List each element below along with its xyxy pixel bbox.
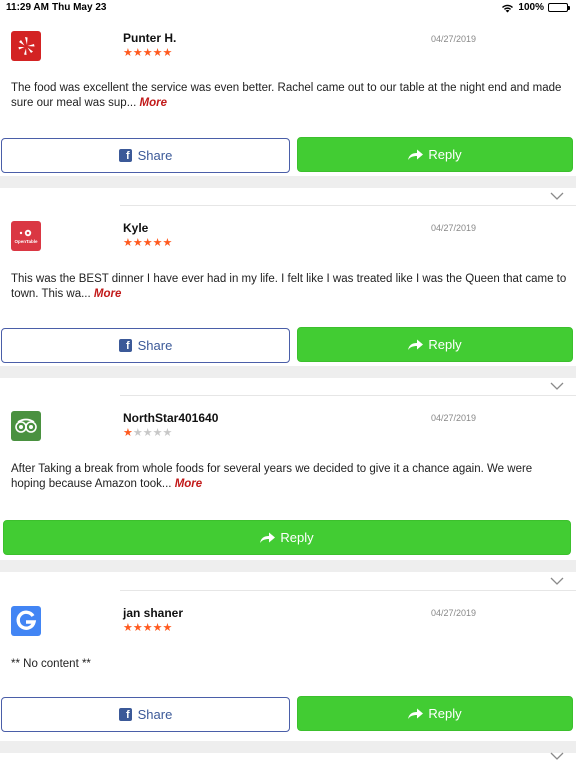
share-label: Share (137, 338, 173, 353)
share-label: Share (137, 707, 173, 722)
battery-icon (548, 3, 570, 12)
star-rating: ★★★★★ (123, 427, 173, 439)
reply-label: Reply (428, 147, 462, 162)
facebook-icon: f (118, 149, 132, 162)
status-date: Thu May 23 (52, 2, 107, 13)
star-rating: ★★★★★ (123, 237, 173, 249)
reply-arrow-icon (408, 339, 424, 350)
tripadvisor-icon (11, 411, 41, 441)
reply-label: Reply (280, 530, 314, 545)
chevron-down-icon[interactable] (550, 381, 564, 391)
review-card: OpenTable Kyle ★★★★★ 04/27/2019 This was… (0, 206, 576, 366)
review-author: NorthStar401640 (123, 411, 219, 425)
reply-button[interactable]: Reply (297, 696, 573, 731)
review-date: 04/27/2019 (431, 223, 477, 233)
share-button[interactable]: f Share (1, 328, 290, 363)
review-body: After Taking a break from whole foods fo… (11, 463, 533, 490)
reply-arrow-icon (408, 708, 424, 719)
more-link[interactable]: More (94, 288, 121, 300)
status-time: 11:29 AM (6, 2, 49, 13)
review-date: 04/27/2019 (431, 608, 477, 618)
share-label: Share (137, 148, 173, 163)
review-author: Kyle (123, 221, 149, 235)
star-rating: ★★★★★ (123, 622, 173, 634)
chevron-down-icon[interactable] (550, 576, 564, 586)
wifi-icon (502, 4, 514, 12)
review-body: The food was excellent the service was e… (11, 82, 562, 109)
review-card: Punter H. ★★★★★ 04/27/2019 The food was … (0, 16, 576, 176)
yelp-icon (11, 31, 41, 61)
review-body: ** No content ** (11, 658, 91, 670)
reply-button[interactable]: Reply (3, 520, 571, 555)
reply-arrow-icon (408, 149, 424, 160)
card-separator (0, 560, 576, 572)
reply-button[interactable]: Reply (297, 137, 573, 172)
reply-button[interactable]: Reply (297, 327, 573, 362)
chevron-down-icon[interactable] (550, 191, 564, 201)
status-bar: 11:29 AM Thu May 23 100% (0, 0, 576, 16)
reply-label: Reply (428, 706, 462, 721)
review-author: Punter H. (123, 31, 177, 45)
more-link[interactable]: More (175, 478, 202, 490)
review-text: The food was excellent the service was e… (11, 81, 567, 111)
card-separator (0, 366, 576, 378)
opentable-icon: OpenTable (11, 221, 41, 251)
review-card: NorthStar401640 ★★★★★ 04/27/2019 After T… (0, 396, 576, 560)
share-button[interactable]: f Share (1, 697, 290, 732)
review-text: ** No content ** (11, 657, 567, 672)
review-date: 04/27/2019 (431, 413, 477, 423)
star-rating: ★★★★★ (123, 47, 173, 59)
google-icon (11, 606, 41, 636)
review-text: This was the BEST dinner I have ever had… (11, 272, 567, 302)
card-separator (0, 176, 576, 188)
chevron-down-icon[interactable] (550, 751, 564, 761)
card-separator (0, 741, 576, 753)
share-button[interactable]: f Share (1, 138, 290, 173)
review-text: After Taking a break from whole foods fo… (11, 462, 567, 492)
battery-percent: 100% (518, 2, 544, 13)
facebook-icon: f (118, 708, 132, 721)
reply-label: Reply (428, 337, 462, 352)
opentable-logo-text: OpenTable (14, 238, 38, 244)
reply-arrow-icon (260, 532, 276, 543)
status-right: 100% (501, 2, 570, 13)
more-link[interactable]: More (139, 97, 166, 109)
facebook-icon: f (118, 339, 132, 352)
review-card: jan shaner ★★★★★ 04/27/2019 ** No conten… (0, 591, 576, 741)
review-author: jan shaner (123, 606, 184, 620)
review-date: 04/27/2019 (431, 34, 477, 44)
